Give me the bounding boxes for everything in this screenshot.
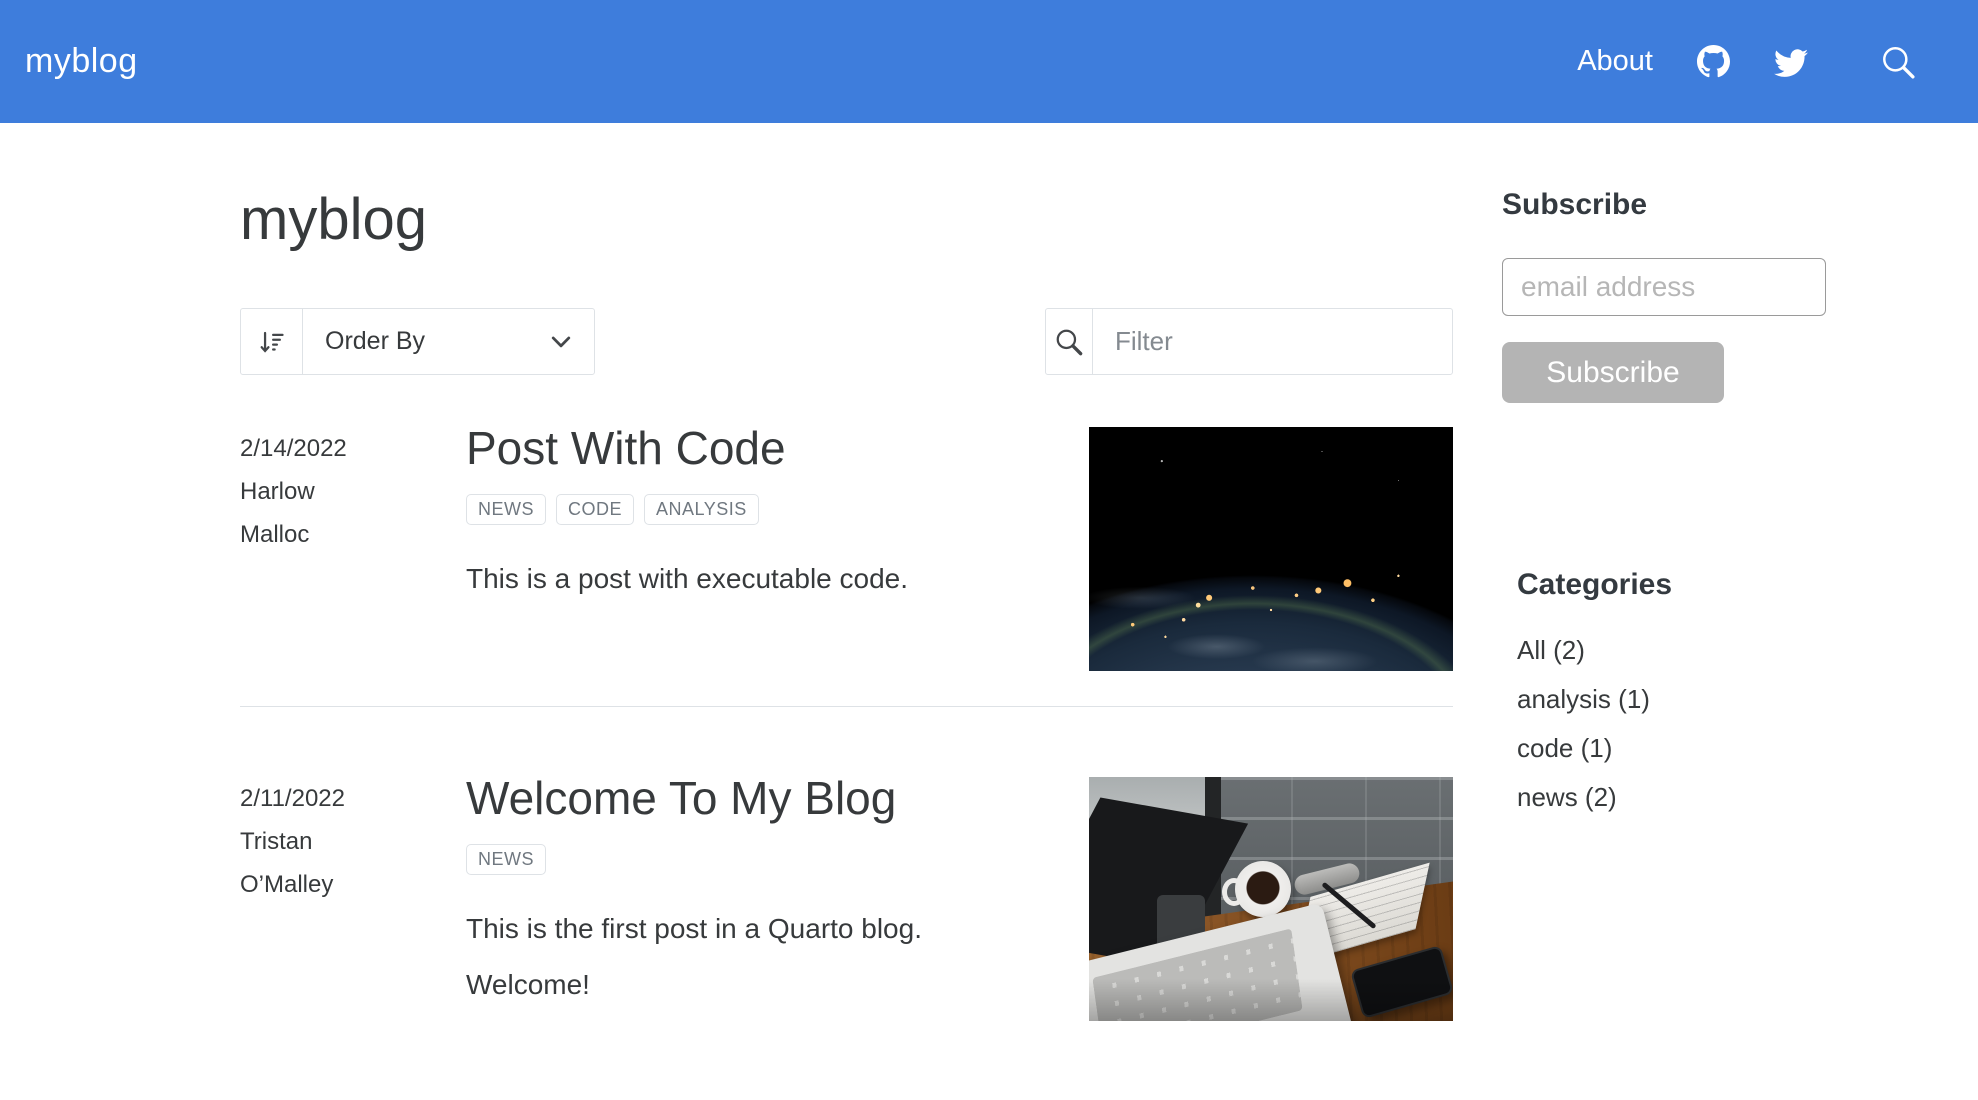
navbar-brand[interactable]: myblog <box>25 42 138 81</box>
post-tags: NEWS <box>466 844 1059 875</box>
listing-controls: Order By <box>240 308 1453 375</box>
tag-code[interactable]: CODE <box>556 494 635 525</box>
sidebar: Subscribe Subscribe Categories All (2) a… <box>1502 188 1880 1021</box>
filter-box <box>1045 308 1453 375</box>
post-thumbnail-desk-photo[interactable] <box>1089 777 1453 1021</box>
desk-art-coffee-mug <box>1222 861 1291 917</box>
email-input[interactable] <box>1502 258 1826 316</box>
post-description: This is a post with executable code. <box>466 563 909 594</box>
desk-art-shadow <box>1089 979 1453 1021</box>
post-author: Harlow Malloc <box>240 478 315 548</box>
post-body: Welcome To My Blog NEWS This is the firs… <box>466 772 1089 1021</box>
navbar-search-icon[interactable] <box>1880 44 1916 80</box>
nav-item-about[interactable]: About <box>1577 45 1653 78</box>
post-date: 2/14/2022 <box>240 435 347 462</box>
filter-input[interactable] <box>1093 309 1452 374</box>
post-tags: NEWS CODE ANALYSIS <box>466 494 1059 525</box>
categories-heading: Categories <box>1517 568 1673 601</box>
tag-news[interactable]: NEWS <box>466 844 546 875</box>
subscribe-section: Subscribe Subscribe <box>1502 188 1880 403</box>
order-by-label: Order By <box>325 327 426 355</box>
tag-analysis[interactable]: ANALYSIS <box>644 494 759 525</box>
listing-content: myblog Order By Filter 2/14/2022 Harlow … <box>240 188 1453 1021</box>
chevron-down-icon <box>548 329 594 355</box>
twitter-icon[interactable] <box>1774 45 1808 79</box>
post-meta: 2/14/2022 Harlow Malloc <box>240 427 466 671</box>
post-listing-item[interactable]: 2/14/2022 Harlow Malloc Post With Code N… <box>240 422 1453 671</box>
post-author: Tristan O’Malley <box>240 828 334 898</box>
post-description: This is the first post in a Quarto blog.… <box>466 913 922 1000</box>
search-icon <box>1046 309 1093 374</box>
post-divider <box>240 706 1453 707</box>
page-title: myblog <box>240 187 427 252</box>
category-news[interactable]: news (2) <box>1517 773 1880 822</box>
navbar-right: About <box>1577 44 1916 80</box>
post-date: 2/11/2022 <box>240 785 345 812</box>
post-thumbnail-earth-photo[interactable] <box>1089 427 1453 671</box>
subscribe-heading: Subscribe <box>1502 188 1648 221</box>
post-body: Post With Code NEWS CODE ANALYSIS This i… <box>466 422 1089 671</box>
category-list: All (2) analysis (1) code (1) news (2) <box>1517 626 1880 822</box>
sort-amount-down-icon <box>241 309 303 374</box>
post-title[interactable]: Welcome To My Blog <box>466 771 1059 826</box>
post-title[interactable]: Post With Code <box>466 421 1059 476</box>
subscribe-button[interactable]: Subscribe <box>1502 342 1724 403</box>
post-meta: 2/11/2022 Tristan O’Malley <box>240 777 466 1021</box>
tag-news[interactable]: NEWS <box>466 494 546 525</box>
categories-section: Categories All (2) analysis (1) code (1)… <box>1502 568 1880 822</box>
category-analysis[interactable]: analysis (1) <box>1517 675 1880 724</box>
navbar: myblog About <box>0 0 1978 123</box>
page-body: myblog Order By Filter 2/14/2022 Harlow … <box>0 123 1978 1021</box>
category-all[interactable]: All (2) <box>1517 626 1880 675</box>
category-code[interactable]: code (1) <box>1517 724 1880 773</box>
order-by-dropdown[interactable]: Order By <box>240 308 595 375</box>
github-icon[interactable] <box>1697 45 1730 78</box>
post-listing-item[interactable]: 2/11/2022 Tristan O’Malley Welcome To My… <box>240 772 1453 1021</box>
